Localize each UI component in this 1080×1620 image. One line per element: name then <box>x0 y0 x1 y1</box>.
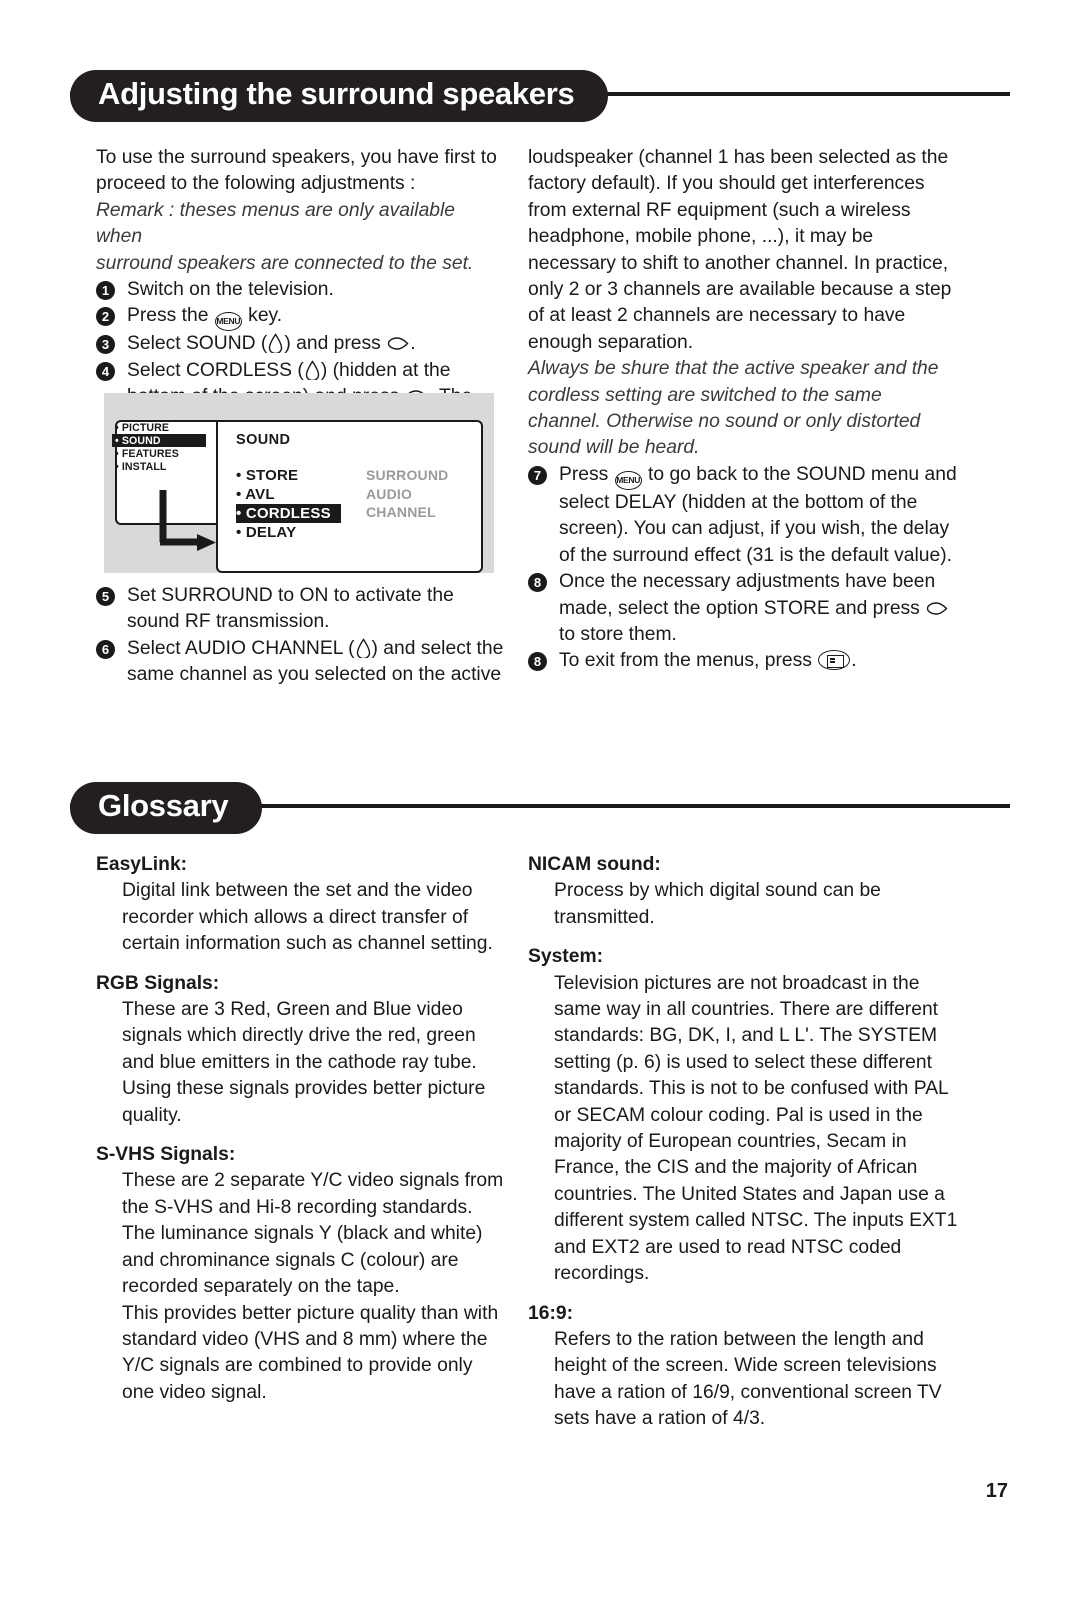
step-number: 1 <box>96 281 115 301</box>
submenu-items: • STORE • AVL • CORDLESS • DELAY <box>236 466 341 542</box>
step-text-post: . <box>410 333 416 355</box>
step-text-pre: Press <box>559 463 609 485</box>
right-remark-text: Always be shure that the active speaker … <box>528 358 939 459</box>
menu-key-icon: MENU <box>614 470 642 490</box>
glossary-term: RGB Signals: <box>96 972 220 994</box>
section-banner-glossary: Glossary <box>70 782 1010 834</box>
step-number: 6 <box>96 639 115 659</box>
surround-steps-right: 7 Press MENU to go back to the SOUND men… <box>528 462 958 675</box>
glossary-definition: These are 3 Red, Green and Blue video si… <box>122 999 486 1126</box>
submenu-item-avl: • AVL <box>236 485 275 503</box>
glossary-definition-3: This provides better picture quality tha… <box>122 1302 499 1403</box>
step-text: Set SURROUND to ON to activate the sound… <box>127 585 454 633</box>
tv-sound-submenu-panel: SOUND • STORE • AVL • CORDLESS • DELAY S… <box>216 420 483 573</box>
exit-key-icon <box>818 650 851 671</box>
glossary-term: EasyLink: <box>96 854 188 875</box>
step-7: 7 Press MENU to go back to the SOUND men… <box>528 462 958 569</box>
manual-page: Adjusting the surround speakers To use t… <box>0 0 1080 1620</box>
glossary-term: NICAM sound: <box>528 854 661 875</box>
submenu-item-delay: • DELAY <box>236 523 297 541</box>
glossary-entry-easylink: EasyLink: Digital link between the set a… <box>96 852 506 958</box>
tv-sound-menu-figure: • PICTURE • SOUND • FEATURES • INSTALL S… <box>104 393 494 573</box>
submenu-item-store: • STORE <box>236 466 299 484</box>
glossary-definition: Refers to the ration between the length … <box>554 1328 942 1430</box>
step-8b: 8 To exit from the menus, press . <box>528 648 958 674</box>
tv-main-menu-list: • PICTURE • SOUND • FEATURES • INSTALL <box>112 421 206 473</box>
step-5: 5 Set SURROUND to ON to activate the sou… <box>96 583 506 636</box>
menu-item-features: • FEATURES <box>115 447 179 460</box>
glossary-definition: These are 2 separate Y/C video signals f… <box>122 1170 504 1218</box>
step-text-pre: Press the <box>127 305 209 327</box>
step-text-post: key. <box>248 305 283 327</box>
step-text-pre: Select CORDLESS ( <box>127 359 304 381</box>
menu-key-icon: MENU <box>214 312 242 332</box>
menu-item-picture: • PICTURE <box>115 421 170 434</box>
menu-item-install: • INSTALL <box>115 460 167 473</box>
glossary-definition-2: The luminance signals Y (black and white… <box>122 1223 483 1298</box>
section-title-surround: Adjusting the surround speakers <box>70 70 609 122</box>
glossary-entry-svhs-signals: S-VHS Signals: These are 2 separate Y/C … <box>96 1142 506 1406</box>
section-banner-surround: Adjusting the surround speakers <box>70 70 1010 122</box>
glossary-entry-system: System: Television pictures are not broa… <box>528 944 958 1287</box>
cursor-right-icon <box>926 598 948 615</box>
glossary-entry-16-9: 16:9: Refers to the ration between the l… <box>528 1301 958 1433</box>
glossary-entry-rgb-signals: RGB Signals: These are 3 Red, Green and … <box>96 971 506 1129</box>
cursor-down-icon <box>356 638 371 660</box>
step-number: 7 <box>528 465 547 485</box>
step-number: 5 <box>96 587 115 606</box>
cursor-down-icon <box>305 360 320 382</box>
step-2: 2 Press the MENU key. <box>96 303 506 332</box>
step-text: Switch on the television. <box>127 279 334 301</box>
submenu-title: SOUND <box>236 432 291 448</box>
glossary-definition: Process by which digital sound can be tr… <box>554 880 881 928</box>
glossary-left-column: EasyLink: Digital link between the set a… <box>96 852 506 1406</box>
intro-line-2: proceed to the folowing adjustments : <box>96 173 416 195</box>
flow-arrow-icon <box>159 490 216 551</box>
step-text-pre: To exit from the menus, press <box>559 650 812 672</box>
step-number: 2 <box>96 307 115 327</box>
step-number: 8 <box>528 573 547 593</box>
surround-steps-left-lower: 5 Set SURROUND to ON to activate the sou… <box>96 583 506 689</box>
surround-right-column: loudspeaker (channel 1 has been selected… <box>528 145 958 675</box>
step-number: 8 <box>528 652 547 672</box>
intro-line-1: To use the surround speakers, you have f… <box>96 147 497 168</box>
label-audio-channel: AUDIO CHANNEL <box>366 485 436 521</box>
step-3: 3 Select SOUND ( ) and press . <box>96 331 506 357</box>
step-text-post: . <box>851 650 857 672</box>
glossary-entry-nicam-sound: NICAM sound: Process by which digital so… <box>528 852 958 931</box>
glossary-definition: Digital link between the set and the vid… <box>122 880 493 955</box>
cursor-down-icon <box>268 333 283 355</box>
label-surround: SURROUND <box>366 467 449 483</box>
right-continued-text: loudspeaker (channel 1 has been selected… <box>528 147 952 353</box>
step-text-pre: Select SOUND ( <box>127 333 268 355</box>
step-text-pre: Select AUDIO CHANNEL ( <box>127 637 355 659</box>
step-text-pre: Once the necessary adjustments have been… <box>559 571 936 619</box>
remark-line-1: Remark : theses menus are only available… <box>96 199 456 248</box>
glossary-definition: Television pictures are not broadcast in… <box>554 972 958 1285</box>
glossary-term: 16:9: <box>528 1302 574 1324</box>
step-number: 4 <box>96 361 115 381</box>
submenu-right-labels: SURROUND AUDIO CHANNEL <box>366 466 481 522</box>
surround-left-column-lower: 5 Set SURROUND to ON to activate the sou… <box>96 583 506 689</box>
glossary-right-column: NICAM sound: Process by which digital so… <box>528 852 958 1433</box>
step-number: 3 <box>96 335 115 355</box>
menu-item-sound: • SOUND <box>112 434 206 447</box>
remark-line-2: surround speakers are connected to the s… <box>96 252 474 274</box>
section-title-glossary: Glossary <box>70 782 263 834</box>
step-text-mid: ) and press <box>284 333 381 355</box>
step-text-post: to store them. <box>559 623 677 645</box>
submenu-item-cordless: • CORDLESS <box>236 504 341 523</box>
step-6: 6 Select AUDIO CHANNEL () and select the… <box>96 636 506 689</box>
cursor-right-icon <box>387 333 409 351</box>
glossary-term: S-VHS Signals: <box>96 1144 236 1166</box>
glossary-term: System: <box>528 946 604 968</box>
step-8a: 8 Once the necessary adjustments have be… <box>528 569 958 648</box>
page-number: 17 <box>985 1480 1008 1502</box>
step-1: 1 Switch on the television. <box>96 277 506 303</box>
